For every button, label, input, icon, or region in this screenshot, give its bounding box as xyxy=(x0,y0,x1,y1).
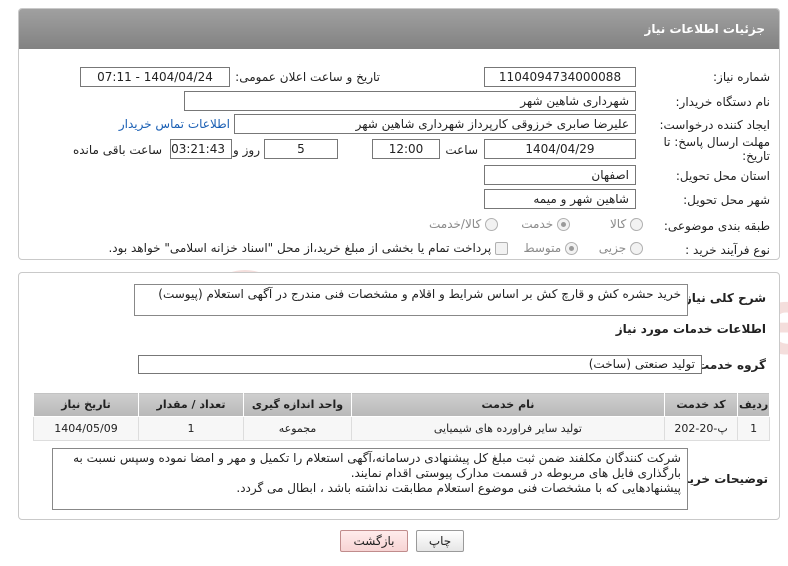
category-option-both[interactable]: کالا/خدمت xyxy=(429,217,498,231)
buyer-notes-field[interactable]: شرکت کنندگان مکلفند ضمن ثبت مبلغ کل پیشن… xyxy=(52,448,688,510)
cell-unit: مجموعه xyxy=(242,416,353,441)
category-goods-label: کالا xyxy=(609,217,627,231)
service-group-label: گروه خدمت: xyxy=(692,358,766,372)
cell-service-code: پ-20-202 xyxy=(663,416,739,441)
creator-field[interactable]: علیرضا صابری خرزوقی کارپرداز شهرداری شاه… xyxy=(234,114,636,134)
cell-row: 1 xyxy=(737,416,770,441)
col-service-code: کد خدمت xyxy=(663,392,739,417)
deadline-label: مهلت ارسال پاسخ: تا تاریخ: xyxy=(663,135,770,163)
process-minor-radio[interactable] xyxy=(630,242,643,255)
process-type-label: نوع فرآیند خرید : xyxy=(685,243,770,257)
buyer-org-field[interactable]: شهرداری شاهین شهر xyxy=(184,91,636,111)
treasury-checkbox[interactable] xyxy=(495,242,508,255)
category-option-service[interactable]: خدمت xyxy=(521,217,570,231)
services-table-header: ردیف کد خدمت نام خدمت واحد اندازه گیری ت… xyxy=(32,392,770,417)
category-option-goods[interactable]: کالا xyxy=(610,217,643,231)
description-field[interactable]: خرید حشره کش و قارچ کش بر اساس شرایط و ا… xyxy=(134,284,688,316)
announce-date-field[interactable]: 1404/04/24 - 07:11 xyxy=(80,67,230,87)
cell-need-date: 1404/05/09 xyxy=(32,416,140,441)
deadline-time-label: ساعت xyxy=(445,143,478,157)
remaining-time-field[interactable]: 03:21:43 xyxy=(170,139,232,159)
announce-date-label: تاریخ و ساعت اعلان عمومی: xyxy=(235,70,380,84)
category-service-radio[interactable] xyxy=(557,218,570,231)
description-label: شرح کلی نیاز: xyxy=(680,291,766,305)
services-table: ردیف کد خدمت نام خدمت واحد اندازه گیری ت… xyxy=(32,392,770,441)
service-group-field[interactable]: تولید صنعتی (ساخت) xyxy=(138,355,702,374)
process-option-medium[interactable]: متوسط xyxy=(523,241,578,255)
deadline-date-field[interactable]: 1404/04/29 xyxy=(484,139,636,159)
treasury-option[interactable]: پرداخت تمام یا بخشی از مبلغ خرید،از محل … xyxy=(108,241,508,255)
buyer-org-label: نام دستگاه خریدار: xyxy=(675,95,771,109)
col-service-name: نام خدمت xyxy=(351,392,665,417)
category-label: طبقه بندی موضوعی: xyxy=(663,219,770,233)
remaining-time-label: ساعت باقی مانده xyxy=(72,143,162,157)
cell-service-name: تولید سایر فراورده های شیمیایی xyxy=(351,416,665,441)
buyer-notes-line2: پیشنهادهایی که با مشخصات فنی موضوع استعل… xyxy=(236,481,681,495)
province-field[interactable]: اصفهان xyxy=(484,165,636,185)
category-goods-radio[interactable] xyxy=(630,218,643,231)
need-number-field[interactable]: 1104094734000088 xyxy=(484,67,636,87)
cell-quantity: 1 xyxy=(138,416,244,441)
need-number-label: شماره نیاز: xyxy=(713,70,770,84)
col-row: ردیف xyxy=(737,392,770,417)
days-label: روز و xyxy=(233,143,260,157)
col-unit: واحد اندازه گیری xyxy=(242,392,353,417)
col-quantity: تعداد / مقدار xyxy=(138,392,244,417)
panel-header: جزئیات اطلاعات نیاز xyxy=(19,9,779,49)
process-medium-label: متوسط xyxy=(523,241,562,255)
category-service-label: خدمت xyxy=(521,217,554,231)
city-label: شهر محل تحویل: xyxy=(683,193,770,207)
process-minor-label: جزیی xyxy=(598,241,627,255)
process-medium-radio[interactable] xyxy=(565,242,578,255)
category-both-radio[interactable] xyxy=(485,218,498,231)
days-field[interactable]: 5 xyxy=(264,139,338,159)
buyer-contact-link[interactable]: اطلاعات تماس خریدار xyxy=(119,117,230,131)
creator-label: ایجاد کننده درخواست: xyxy=(659,118,770,132)
back-button[interactable]: بازگشت xyxy=(340,530,408,552)
process-option-minor[interactable]: جزیی xyxy=(599,241,643,255)
print-button[interactable]: چاپ xyxy=(416,530,464,552)
deadline-time-field[interactable]: 12:00 xyxy=(372,139,440,159)
table-row[interactable]: 1 پ-20-202 تولید سایر فراورده های شیمیای… xyxy=(32,416,770,441)
services-title: اطلاعات خدمات مورد نیاز xyxy=(615,322,766,336)
col-need-date: تاریخ نیاز xyxy=(32,392,140,417)
city-field[interactable]: شاهین شهر و میمه xyxy=(484,189,636,209)
category-both-label: کالا/خدمت xyxy=(428,217,482,231)
treasury-text: پرداخت تمام یا بخشی از مبلغ خرید،از محل … xyxy=(108,241,492,255)
province-label: استان محل تحویل: xyxy=(675,169,770,183)
buyer-notes-line1: شرکت کنندگان مکلفند ضمن ثبت مبلغ کل پیشن… xyxy=(73,451,681,480)
